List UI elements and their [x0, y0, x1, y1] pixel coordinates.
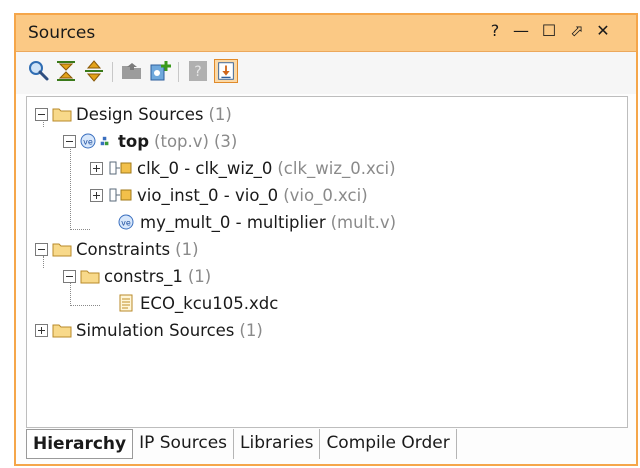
collapse-toggle[interactable]	[35, 242, 48, 256]
help-button[interactable]: ?	[484, 21, 506, 40]
tree-item-constraints[interactable]: Constraints (1)	[35, 237, 199, 261]
expand-toggle[interactable]	[90, 161, 103, 175]
expand-toggle[interactable]	[90, 188, 103, 202]
tab-ip-sources[interactable]: IP Sources	[133, 429, 235, 459]
tree-item-label: top	[118, 131, 150, 151]
tree-item-label: Design Sources	[76, 104, 204, 124]
tree-item-count: (1)	[175, 239, 199, 259]
add-sources-icon[interactable]	[148, 59, 172, 83]
folder-icon	[52, 108, 72, 122]
float-button[interactable]: ⬀	[566, 21, 588, 40]
top-module-icon	[100, 136, 109, 146]
tree-item-count: (1)	[187, 266, 212, 286]
ip-core-icon	[109, 161, 132, 175]
minimize-button[interactable]: —	[510, 21, 532, 40]
verilog-module-icon: ve	[118, 214, 134, 230]
tree-item-mult[interactable]: ve my_mult_0 - multiplier (mult.v)	[116, 210, 396, 234]
sources-panel: Sources ? — ☐ ⬀ ✕ ? Design Sources (1) v…	[14, 13, 638, 466]
tree-item-label: vio_inst_0 - vio_0	[137, 185, 279, 205]
tree-item-clk[interactable]: clk_0 - clk_wiz_0 (clk_wiz_0.xci)	[90, 156, 396, 180]
tree-item-file: (mult.v)	[330, 212, 397, 232]
svg-text:ve: ve	[121, 219, 131, 228]
tree-item-label: clk_0 - clk_wiz_0	[137, 158, 273, 178]
panel-titlebar: Sources ? — ☐ ⬀ ✕	[16, 15, 636, 52]
svg-text:?: ?	[194, 64, 201, 80]
ip-core-icon	[109, 188, 132, 202]
tree-item-file: (top.v)	[154, 131, 209, 151]
verilog-module-icon: ve	[80, 133, 96, 149]
tree-item-xdc[interactable]: ECO_kcu105.xdc	[116, 291, 278, 315]
tree-item-file: (clk_wiz_0.xci)	[277, 158, 396, 178]
tab-compile-order[interactable]: Compile Order	[320, 429, 457, 459]
collapse-toggle[interactable]	[63, 269, 76, 283]
tree-connector	[70, 229, 90, 230]
tree-item-count: (3)	[213, 131, 238, 151]
view-tabs: Hierarchy IP Sources Libraries Compile O…	[26, 429, 457, 459]
collapse-all-icon[interactable]	[54, 59, 78, 83]
show-hierarchy-icon[interactable]	[214, 59, 238, 83]
toolbar-separator	[112, 62, 113, 82]
toolbar-separator	[178, 62, 179, 82]
tree-item-simulation-sources[interactable]: Simulation Sources (1)	[35, 318, 263, 342]
tree-item-top[interactable]: ve top (top.v) (3)	[63, 129, 237, 153]
help-icon[interactable]: ?	[186, 59, 210, 83]
tree-item-label: constrs_1	[104, 266, 183, 286]
svg-text:ve: ve	[83, 138, 93, 147]
tree-item-constrs[interactable]: constrs_1 (1)	[63, 264, 211, 288]
tree-item-count: (1)	[208, 104, 232, 124]
constraint-file-icon	[119, 294, 133, 312]
tree-connector	[70, 146, 71, 230]
tree-item-count: (1)	[239, 320, 263, 340]
tab-libraries[interactable]: Libraries	[234, 429, 321, 459]
hierarchy-tree: Design Sources (1) ve top (top.v) (3) cl…	[26, 96, 628, 428]
tree-item-label: ECO_kcu105.xdc	[140, 293, 279, 313]
sources-toolbar: ?	[16, 52, 636, 94]
folder-icon	[80, 270, 100, 284]
tree-item-label: Simulation Sources	[76, 320, 235, 340]
tree-connector	[70, 305, 100, 306]
folder-icon	[52, 243, 72, 257]
tab-hierarchy[interactable]: Hierarchy	[26, 429, 134, 459]
open-folder-icon[interactable]	[120, 59, 144, 83]
collapse-toggle[interactable]	[63, 134, 76, 148]
close-button[interactable]: ✕	[592, 21, 614, 40]
tree-item-file: (vio_0.xci)	[283, 185, 368, 205]
tree-item-design-sources[interactable]: Design Sources (1)	[35, 102, 232, 126]
panel-title: Sources	[28, 23, 96, 43]
maximize-button[interactable]: ☐	[538, 21, 560, 40]
expand-toggle[interactable]	[35, 323, 48, 337]
tree-item-label: my_mult_0 - multiplier	[140, 212, 326, 232]
folder-icon	[52, 324, 72, 338]
tree-item-vio[interactable]: vio_inst_0 - vio_0 (vio_0.xci)	[90, 183, 368, 207]
tree-item-label: Constraints	[76, 239, 171, 259]
collapse-toggle[interactable]	[35, 107, 48, 121]
search-icon[interactable]	[26, 59, 50, 83]
expand-all-icon[interactable]	[82, 59, 106, 83]
